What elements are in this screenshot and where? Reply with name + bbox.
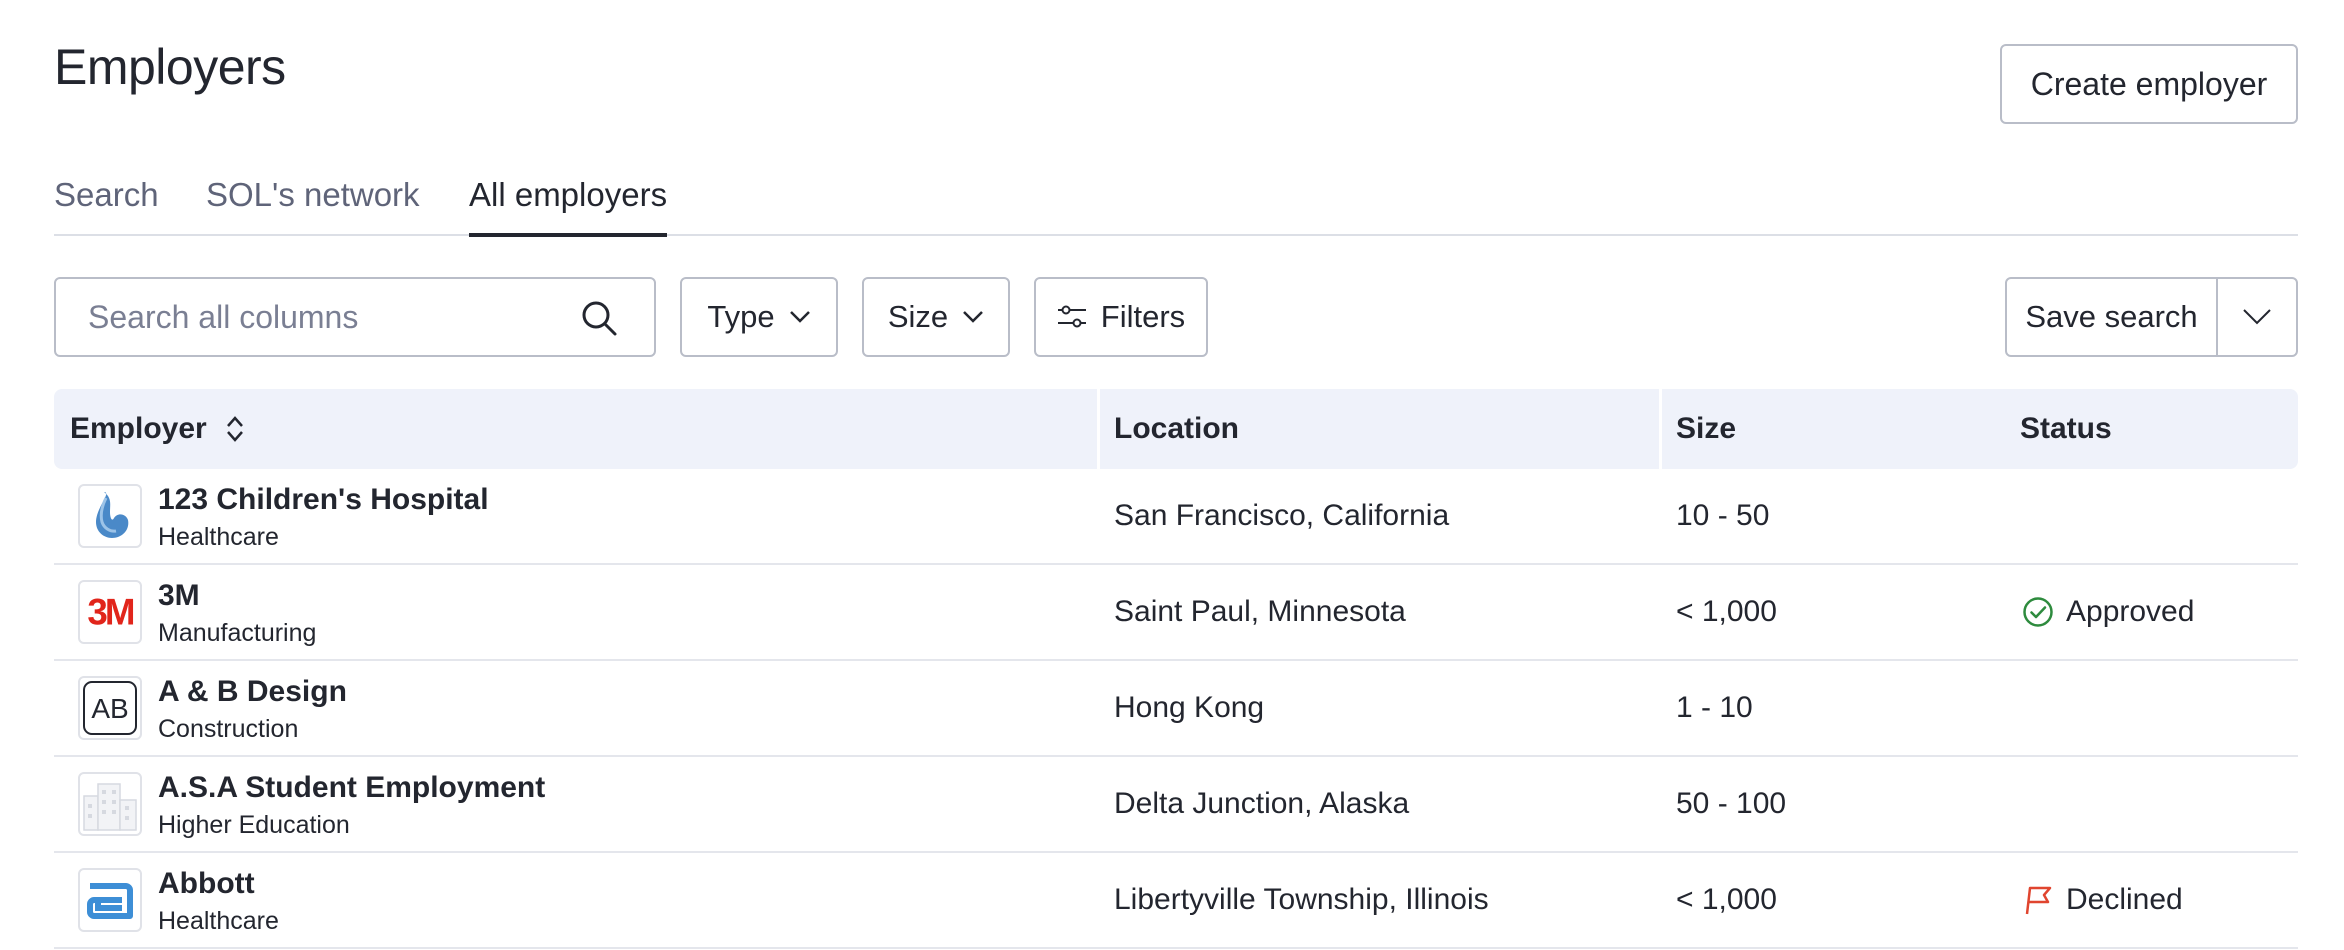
filters-button[interactable]: Filters xyxy=(1034,277,1208,357)
filters-label: Filters xyxy=(1100,299,1186,334)
search-icon[interactable] xyxy=(580,299,618,337)
save-search-button[interactable]: Save search xyxy=(2007,279,2218,355)
employer-industry: Construction xyxy=(158,715,299,743)
employer-name[interactable]: 3M xyxy=(158,579,200,613)
size-filter-dropdown[interactable]: Size xyxy=(862,277,1010,357)
building-placeholder-icon xyxy=(83,783,137,831)
table-row[interactable]: 123 Children's Hospital Healthcare San F… xyxy=(54,469,2298,565)
drop-logo-icon xyxy=(96,492,129,538)
column-divider xyxy=(1097,389,1100,469)
employer-industry: Healthcare xyxy=(158,523,279,551)
column-divider xyxy=(1659,389,1662,469)
type-filter-label: Type xyxy=(707,299,775,334)
employer-logo xyxy=(78,484,142,548)
employer-location: Libertyville Township, Illinois xyxy=(1114,883,1489,916)
employer-size: 1 - 10 xyxy=(1676,691,1753,724)
ab-logo: AB xyxy=(83,681,137,735)
flag-icon xyxy=(2025,886,2052,915)
3m-logo: 3M xyxy=(87,592,136,632)
table-row[interactable]: 3M 3M Manufacturing Saint Paul, Minnesot… xyxy=(54,565,2298,661)
status-label: Approved xyxy=(2066,595,2195,628)
employer-name[interactable]: A & B Design xyxy=(158,675,347,709)
table-row[interactable]: A.S.A Student Employment Higher Educatio… xyxy=(54,757,2298,853)
employer-name[interactable]: 123 Children's Hospital xyxy=(158,483,489,517)
employer-industry: Healthcare xyxy=(158,907,279,935)
search-box xyxy=(54,277,656,357)
tab-all-employers[interactable]: All employers xyxy=(469,176,668,237)
sliders-icon xyxy=(1057,305,1086,328)
status-badge: Approved xyxy=(2022,592,2194,632)
employer-logo: 3M xyxy=(78,580,142,644)
ab-logo-text: AB xyxy=(91,693,128,724)
check-circle-icon xyxy=(2023,597,2053,627)
employer-industry: Higher Education xyxy=(158,811,350,839)
status-label: Declined xyxy=(2066,883,2183,916)
search-input[interactable] xyxy=(56,279,576,355)
employer-size: 10 - 50 xyxy=(1676,499,1770,532)
employer-location: Delta Junction, Alaska xyxy=(1114,787,1410,820)
table-row[interactable]: Abbott Healthcare Libertyville Township,… xyxy=(54,853,2298,949)
chevron-down-icon xyxy=(963,311,984,323)
employer-location: San Francisco, California xyxy=(1114,499,1450,532)
chevron-down-icon xyxy=(2243,309,2271,325)
create-employer-button[interactable]: Create employer xyxy=(2000,44,2298,124)
tab-bar: Search SOL's network All employers xyxy=(54,176,2298,237)
table-header: Employer Location Size Status xyxy=(54,389,2298,469)
status-badge: Declined xyxy=(2022,880,2183,920)
page-title: Employers xyxy=(54,39,286,95)
employer-size: 50 - 100 xyxy=(1676,787,1787,820)
employer-location: Saint Paul, Minnesota xyxy=(1114,595,1406,628)
employer-column-header[interactable]: Employer xyxy=(70,389,245,469)
employer-name[interactable]: A.S.A Student Employment xyxy=(158,771,545,805)
type-filter-dropdown[interactable]: Type xyxy=(680,277,838,357)
table-row[interactable]: AB A & B Design Construction Hong Kong 1… xyxy=(54,661,2298,757)
employer-logo xyxy=(78,772,142,836)
3m-logo-text: 3M xyxy=(87,592,134,632)
employer-industry: Manufacturing xyxy=(158,619,317,647)
employer-location: Hong Kong xyxy=(1114,691,1265,724)
sort-icon xyxy=(226,416,243,442)
employer-size: < 1,000 xyxy=(1676,883,1777,916)
employers-page: Employers Create employer Search SOL's n… xyxy=(0,0,2344,950)
employer-table-body: 123 Children's Hospital Healthcare San F… xyxy=(54,469,2298,949)
employer-logo: AB xyxy=(78,676,142,740)
tab-search[interactable]: Search xyxy=(54,176,159,236)
employer-size: < 1,000 xyxy=(1676,595,1777,628)
size-column-header: Size xyxy=(1676,412,1737,445)
chevron-down-icon xyxy=(789,311,810,323)
employer-logo xyxy=(78,868,142,932)
size-filter-label: Size xyxy=(887,299,949,334)
location-column-header: Location xyxy=(1114,412,1239,445)
abbott-logo-icon xyxy=(87,883,133,919)
employer-column-label: Employer xyxy=(70,412,207,445)
save-search-menu-button[interactable] xyxy=(2218,279,2296,355)
status-column-header: Status xyxy=(2020,412,2112,445)
tab-sols-network[interactable]: SOL's network xyxy=(206,176,420,236)
save-search-group: Save search xyxy=(2005,277,2298,357)
employer-name[interactable]: Abbott xyxy=(158,867,255,901)
